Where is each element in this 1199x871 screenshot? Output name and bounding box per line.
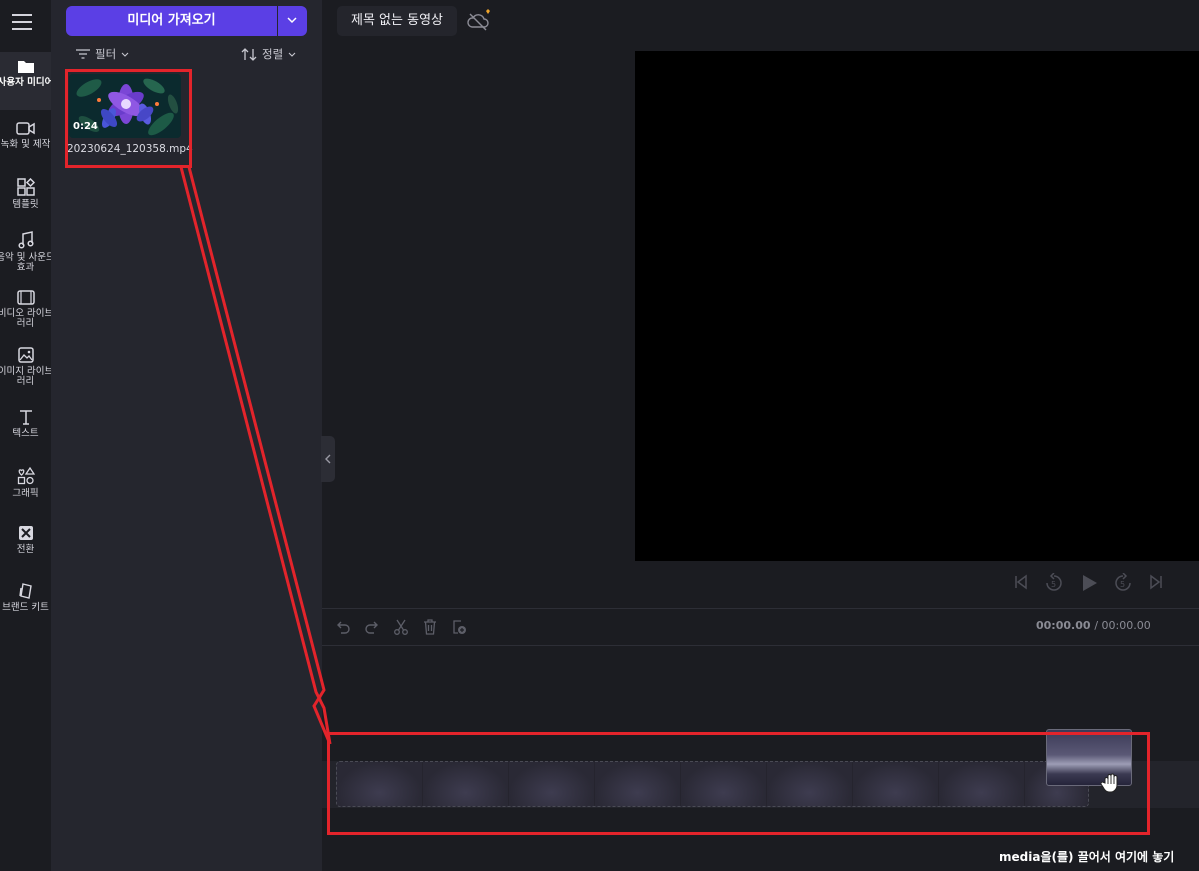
- annotation-arrow: [179, 166, 332, 745]
